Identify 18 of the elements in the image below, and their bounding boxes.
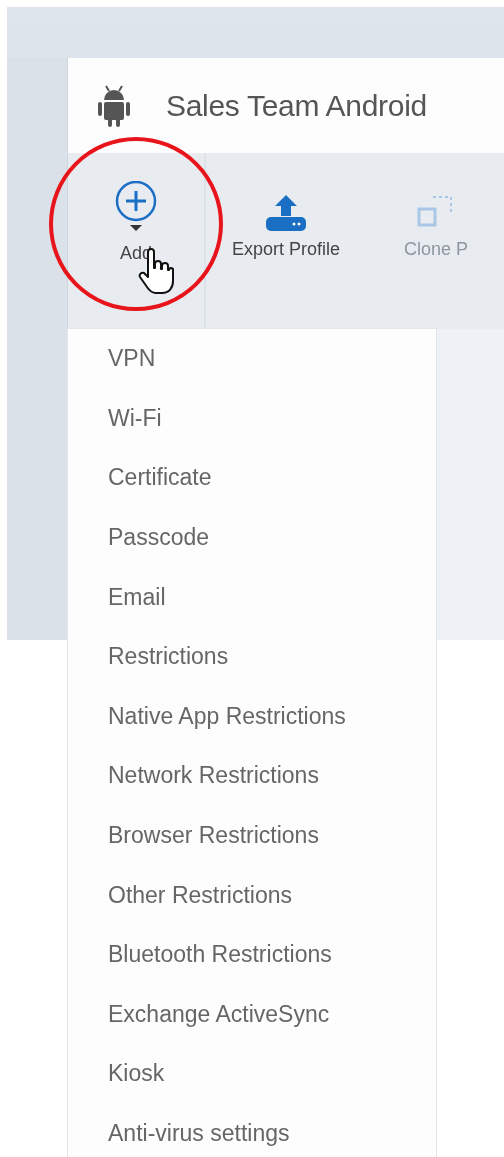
menu-item[interactable]: Exchange ActiveSync [68, 984, 436, 1045]
export-profile-button[interactable]: Export Profile [206, 153, 366, 329]
menu-item[interactable]: Other Restrictions [68, 865, 436, 925]
menu-item[interactable]: Native App Restrictions [68, 686, 436, 747]
menu-item[interactable]: Passcode [68, 507, 436, 568]
menu-item[interactable]: Anti-virus settings [68, 1103, 436, 1157]
menu-item[interactable]: Bluetooth Restrictions [68, 924, 436, 985]
menu-item[interactable]: Wi-Fi [68, 388, 436, 449]
menu-item[interactable]: Network Restrictions [68, 746, 436, 806]
android-icon [98, 83, 130, 128]
menu-item[interactable]: Kiosk [68, 1044, 436, 1104]
menu-item[interactable]: Restrictions [68, 626, 436, 687]
menu-item[interactable]: Browser Restrictions [68, 805, 436, 866]
upload-icon [264, 193, 308, 233]
menu-item[interactable]: Certificate [68, 448, 436, 508]
menu-item[interactable]: Email [68, 567, 436, 627]
profile-title: Sales Team Android [166, 88, 427, 123]
menu-item[interactable]: VPN [68, 329, 436, 389]
